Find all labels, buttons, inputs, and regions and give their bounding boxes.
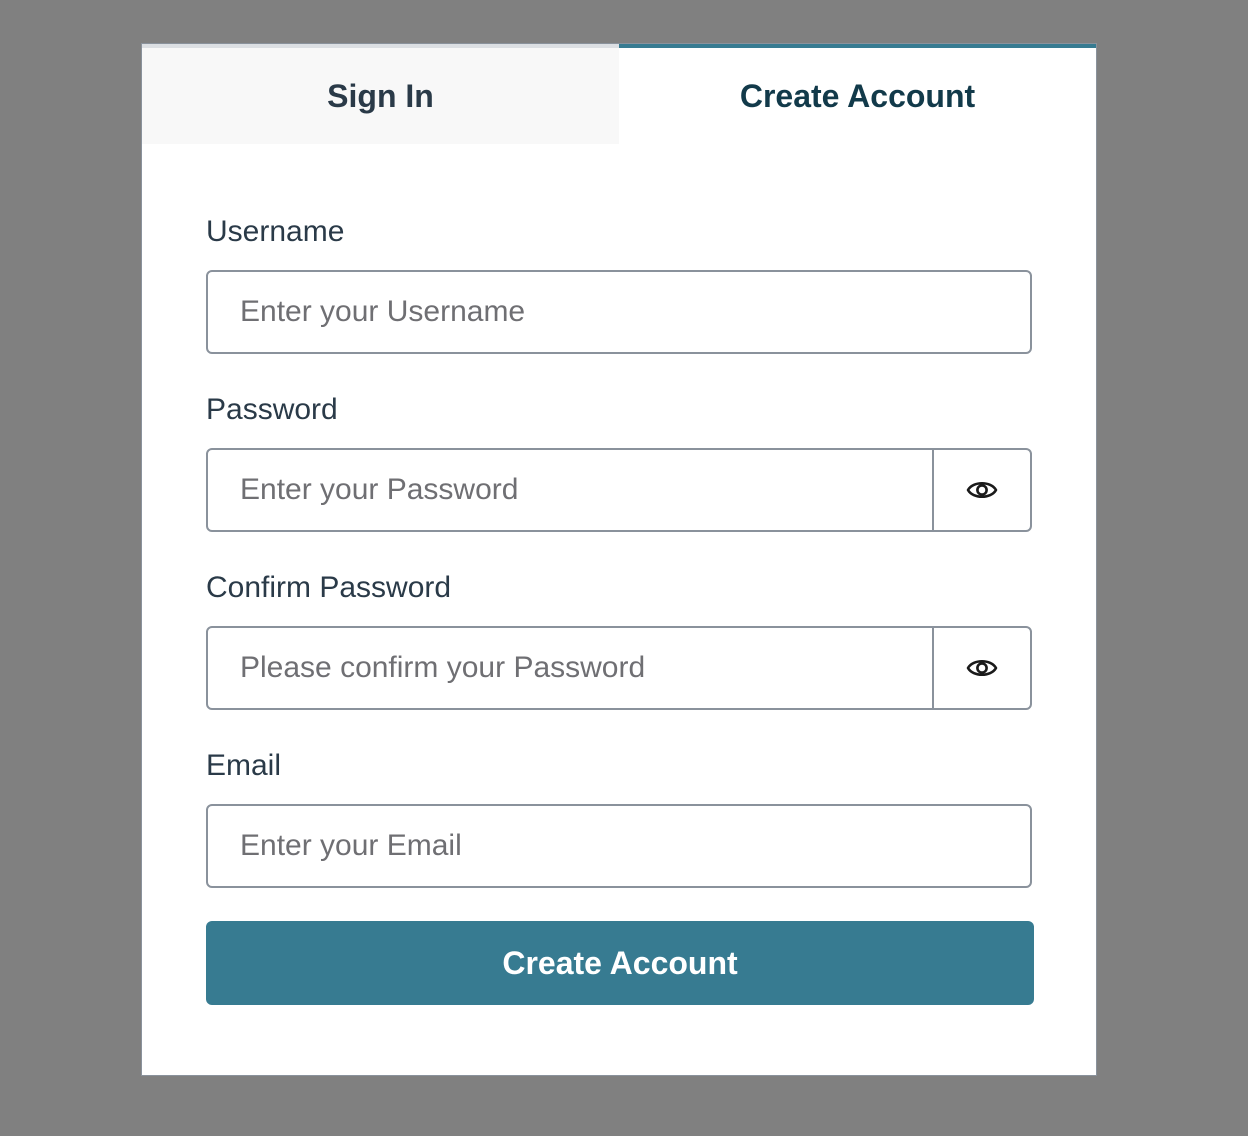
username-field-group	[206, 270, 1032, 354]
show-password-button[interactable]	[932, 448, 1032, 532]
tab-create-account[interactable]: Create Account	[619, 44, 1096, 144]
username-input[interactable]	[206, 270, 1032, 354]
password-label: Password	[206, 393, 338, 426]
eye-icon	[966, 659, 998, 677]
auth-tabs: Sign In Create Account	[142, 44, 1096, 144]
email-field-group	[206, 804, 1032, 888]
auth-card: Sign In Create Account Username Password…	[141, 43, 1097, 1076]
username-label: Username	[206, 215, 345, 248]
confirm-password-label: Confirm Password	[206, 571, 452, 604]
confirm-password-input[interactable]	[206, 626, 934, 710]
create-account-button[interactable]: Create Account	[206, 921, 1034, 1005]
confirm-password-field-group	[206, 626, 1032, 710]
show-confirm-password-button[interactable]	[932, 626, 1032, 710]
create-account-form: Username Password Confirm Password	[142, 144, 1096, 1005]
eye-icon	[966, 481, 998, 499]
tab-sign-in[interactable]: Sign In	[142, 44, 619, 144]
password-input[interactable]	[206, 448, 934, 532]
password-field-group	[206, 448, 1032, 532]
email-label: Email	[206, 749, 282, 782]
email-input[interactable]	[206, 804, 1032, 888]
